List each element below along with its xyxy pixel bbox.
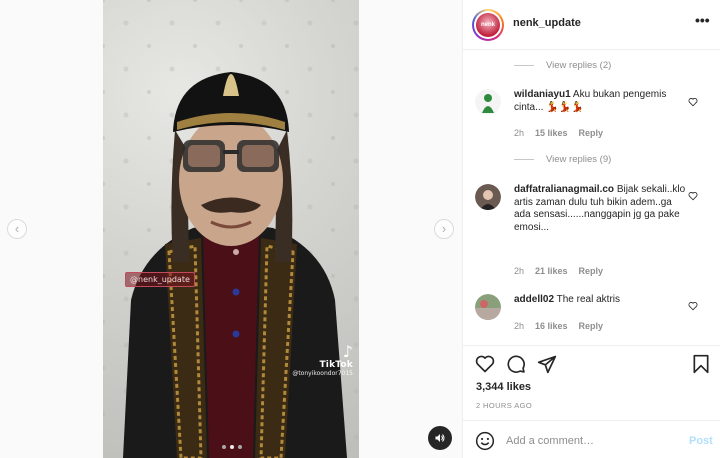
comment-time: 2h xyxy=(514,128,525,138)
comment-body: wildaniayu1 Aku bukan pengemis cinta... … xyxy=(514,89,686,114)
heart-icon[interactable] xyxy=(688,191,698,201)
post-header: nenk nenk_update ••• xyxy=(463,0,720,50)
sound-toggle-button[interactable] xyxy=(428,426,452,450)
comment-likes[interactable]: 15 likes xyxy=(535,128,568,138)
comment-likes[interactable]: 16 likes xyxy=(535,321,568,331)
view-replies-link[interactable]: View replies (2) xyxy=(514,60,611,71)
post-actions: 3,344 likes 2 HOURS AGO xyxy=(463,345,720,415)
tiktok-label: TikTok xyxy=(319,360,353,370)
view-replies-label: View replies (2) xyxy=(546,60,612,71)
post-media: ‹ @nenk_update ♪ TikTok @tonyikoondor701… xyxy=(0,0,463,458)
comment-composer: Add a comment… Post xyxy=(463,420,720,458)
video-watermark: @nenk_update xyxy=(125,272,195,287)
person-illustration xyxy=(123,72,347,458)
post-timestamp: 2 HOURS AGO xyxy=(476,401,533,410)
reply-button[interactable]: Reply xyxy=(579,128,604,138)
view-replies-label: View replies (9) xyxy=(546,154,612,165)
commenter-avatar[interactable] xyxy=(475,294,501,320)
comment-time: 2h xyxy=(514,266,525,276)
commenter-username[interactable]: addell02 xyxy=(514,294,554,305)
author-avatar-image: nenk xyxy=(476,13,500,37)
more-icon[interactable]: ••• xyxy=(695,12,710,28)
share-icon[interactable] xyxy=(537,354,557,374)
reply-button[interactable]: Reply xyxy=(579,321,604,331)
carousel-dot xyxy=(238,445,242,449)
heart-icon[interactable] xyxy=(475,354,495,374)
comment-meta: 2h 16 likes Reply xyxy=(514,321,603,331)
commenter-username[interactable]: wildaniayu1 xyxy=(514,89,571,100)
view-replies-link[interactable]: View replies (9) xyxy=(514,154,611,165)
author-username[interactable]: nenk_update xyxy=(513,17,581,29)
post-comment-button[interactable]: Post xyxy=(689,435,713,447)
comment-time: 2h xyxy=(514,321,525,331)
comment-icon[interactable] xyxy=(506,354,526,374)
commenter-avatar[interactable] xyxy=(475,89,501,115)
reply-button[interactable]: Reply xyxy=(579,266,604,276)
tiktok-watermark: ♪ TikTok @tonyikoondor7015 xyxy=(292,342,353,378)
next-arrow-icon[interactable]: › xyxy=(434,219,454,239)
video-frame[interactable]: @nenk_update ♪ TikTok @tonyikoondor7015 xyxy=(103,0,359,458)
carousel-dots xyxy=(222,445,242,449)
comment-body: daffatralianagmail.co Bijak sekali..klo … xyxy=(514,184,686,234)
comments-list[interactable]: View replies (2) wildaniayu1 Aku bukan p… xyxy=(463,51,720,345)
comment-likes[interactable]: 21 likes xyxy=(535,266,568,276)
bookmark-icon[interactable] xyxy=(691,354,711,374)
tiktok-logo-icon: ♪ xyxy=(342,342,353,361)
previous-arrow-icon[interactable]: ‹ xyxy=(7,219,27,239)
heart-icon[interactable] xyxy=(688,97,698,107)
tiktok-handle: @tonyikoondor7015 xyxy=(292,370,353,377)
post-sidebar: nenk nenk_update ••• View replies (2) wi… xyxy=(463,0,720,458)
author-avatar[interactable]: nenk xyxy=(472,9,504,41)
commenter-username[interactable]: daffatralianagmail.co xyxy=(514,184,614,195)
heart-icon[interactable] xyxy=(688,301,698,311)
divider-line xyxy=(514,65,534,66)
commenter-avatar[interactable] xyxy=(475,184,501,210)
comment-text: The real aktris xyxy=(556,294,620,305)
carousel-dot xyxy=(222,445,226,449)
comment-meta: 2h 15 likes Reply xyxy=(514,128,603,138)
emoji-icon[interactable] xyxy=(475,431,495,451)
likes-count[interactable]: 3,344 likes xyxy=(476,381,531,393)
comment-meta: 2h 21 likes Reply xyxy=(514,266,603,276)
divider-line xyxy=(514,159,534,160)
comment-input[interactable]: Add a comment… xyxy=(506,435,594,447)
speaker-icon xyxy=(435,434,445,442)
comment-body: addell02 The real aktris xyxy=(514,294,686,307)
carousel-dot-active xyxy=(230,445,234,449)
